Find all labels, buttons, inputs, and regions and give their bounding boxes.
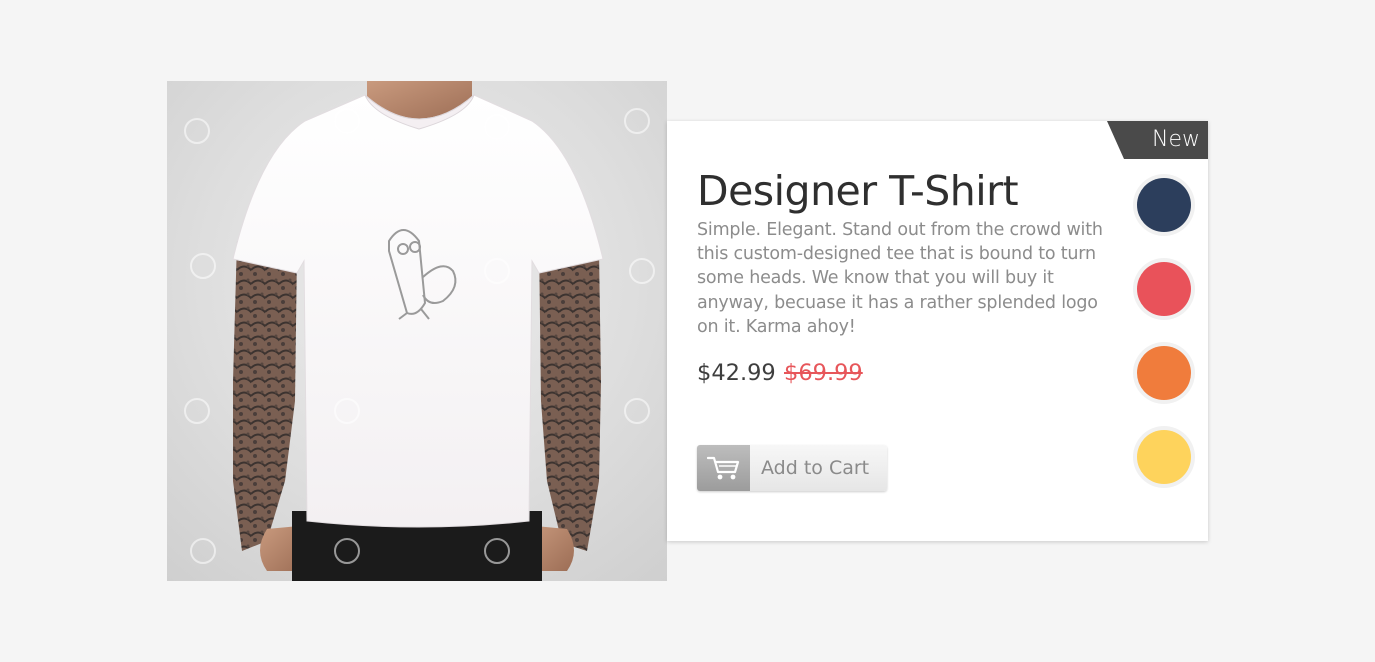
color-swatch-red[interactable] (1133, 258, 1195, 320)
product-description: Simple. Elegant. Stand out from the crow… (697, 220, 1103, 337)
color-swatch-yellow[interactable] (1133, 426, 1195, 488)
cart-icon-box (697, 445, 750, 491)
color-dot (1137, 430, 1191, 484)
color-swatch-navy[interactable] (1133, 174, 1195, 236)
original-price: $69.99 (784, 360, 863, 386)
color-swatch-orange[interactable] (1133, 342, 1195, 404)
add-to-cart-button[interactable]: Add to Cart (697, 445, 887, 491)
product-title: Designer T-Shirt (697, 167, 1019, 215)
color-dot (1137, 346, 1191, 400)
current-price: $42.99 (697, 360, 776, 386)
color-dot (1137, 178, 1191, 232)
color-dot (1137, 262, 1191, 316)
new-badge: New (1107, 121, 1208, 159)
shopping-cart-icon (707, 456, 740, 480)
product-image (167, 81, 667, 581)
tshirt-photo (184, 81, 655, 581)
add-to-cart-label: Add to Cart (761, 457, 870, 479)
product-card: New Designer T-Shirt Simple. Elegant. St… (667, 121, 1208, 541)
